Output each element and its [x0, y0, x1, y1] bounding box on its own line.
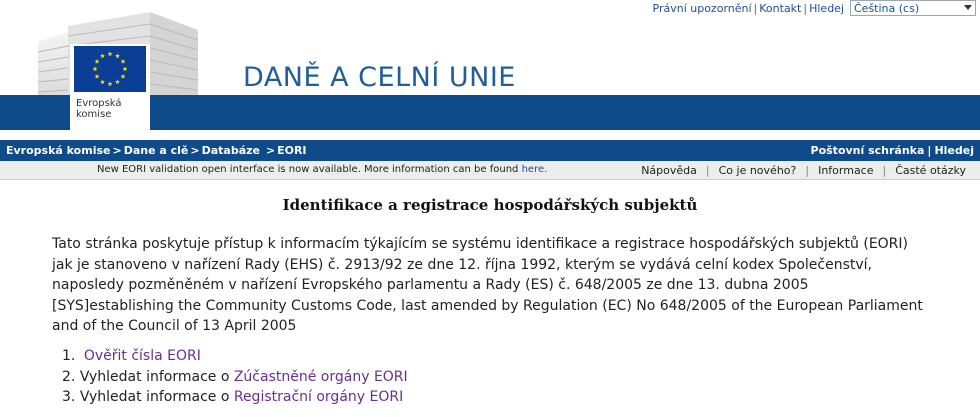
breadcrumb-european-commission[interactable]: Evropská komise: [6, 144, 110, 157]
breadcrumb-search-link[interactable]: Hledej: [934, 144, 974, 157]
breadcrumb-separator: >: [265, 144, 276, 157]
eu-flag-icon: [74, 46, 146, 92]
logo-text-line2: komise: [76, 109, 112, 120]
notice-text: New EORI validation open interface is no…: [97, 164, 522, 175]
eori-notice: New EORI validation open interface is no…: [97, 164, 547, 175]
list-item: 1. Ověřit čísla EORI: [62, 346, 408, 367]
intro-paragraph: Tato stránka poskytuje přístup k informa…: [52, 236, 923, 334]
list-prefix: Vyhledat informace o: [79, 389, 234, 405]
site-banner: Evropská komise DANĚ A CELNÍ UNIE: [0, 0, 980, 130]
mailbox-link[interactable]: Poštovní schránka: [811, 144, 925, 157]
list-item: 2. Vyhledat informace o Zúčastněné orgán…: [62, 367, 408, 388]
participating-authorities-link[interactable]: Zúčastněné orgány EORI: [234, 369, 408, 385]
eu-star: [94, 73, 100, 79]
eu-star: [115, 79, 120, 85]
notice-here-link[interactable]: here.: [522, 164, 548, 175]
breadcrumb-databases[interactable]: Databáze: [202, 144, 260, 157]
separator: |: [882, 164, 887, 177]
breadcrumb-right-links: Poštovní schránka | Hledej: [811, 144, 974, 157]
eu-star: [94, 58, 100, 64]
logo-text: Evropská komise: [76, 98, 122, 120]
eu-star: [115, 53, 120, 59]
breadcrumb-separator: >: [190, 144, 200, 157]
list-prefix: Vyhledat informace o: [79, 368, 234, 385]
european-commission-logo[interactable]: Evropská komise: [70, 44, 150, 130]
breadcrumb-separator: >: [112, 144, 122, 157]
list-item: 3. Vyhledat informace o Registrační orgá…: [62, 387, 408, 408]
list-number: 1.: [62, 348, 76, 364]
eu-star: [122, 66, 128, 72]
list-number: 3.: [62, 389, 76, 405]
action-list: 1. Ověřit čísla EORI 2. Vyhledat informa…: [62, 346, 408, 408]
separator: |: [705, 164, 710, 177]
verify-eori-link[interactable]: Ověřit čísla EORI: [84, 348, 201, 364]
eu-star: [107, 81, 113, 87]
breadcrumb-eori[interactable]: EORI: [277, 144, 306, 157]
information-link[interactable]: Informace: [818, 164, 873, 177]
help-menu: Nápověda | Co je nového? | Informace | Č…: [641, 164, 966, 177]
eu-star: [92, 66, 98, 72]
eu-star: [120, 73, 126, 79]
page-title: Identifikace a registrace hospodářských …: [282, 196, 698, 214]
notice-bar: New EORI validation open interface is no…: [0, 161, 980, 180]
eu-star: [100, 53, 105, 59]
logo-text-line1: Evropská: [76, 98, 122, 109]
breadcrumb-taxes[interactable]: Dane a clě: [124, 144, 189, 157]
registration-authorities-link[interactable]: Registrační orgány EORI: [234, 389, 403, 405]
eu-star: [107, 51, 113, 57]
help-link[interactable]: Nápověda: [641, 164, 697, 177]
whats-new-link[interactable]: Co je nového?: [719, 164, 797, 177]
separator: |: [805, 164, 810, 177]
breadcrumb-bar: Evropská komise > Dane a clě > Databáze > EOR…: [0, 140, 980, 161]
faq-link[interactable]: Časté otázky: [895, 164, 966, 177]
eu-star: [100, 79, 105, 85]
breadcrumb: Evropská komise > Dane a clě > Databáze > EOR…: [6, 144, 307, 157]
list-number: 2.: [62, 368, 76, 385]
site-title: DANĚ A CELNÍ UNIE: [243, 62, 516, 93]
eu-star: [120, 58, 126, 64]
separator: |: [927, 144, 932, 157]
